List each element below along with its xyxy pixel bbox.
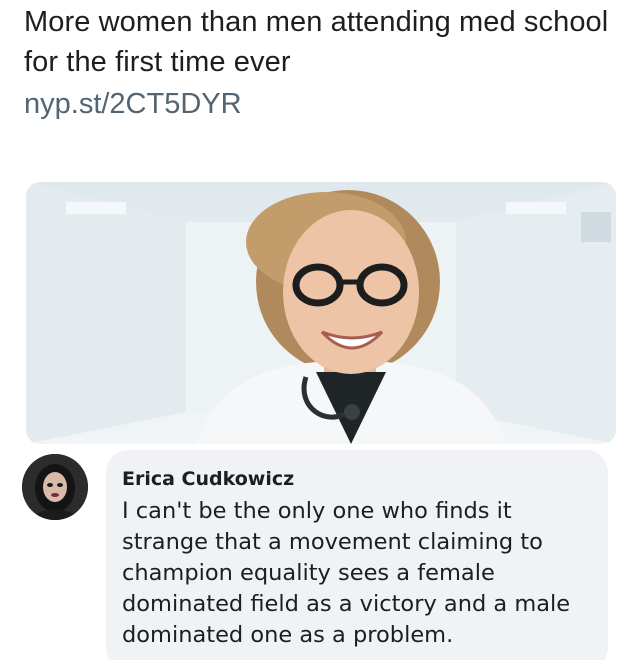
comment-text: I can't be the only one who finds it str… (122, 498, 571, 648)
post-link[interactable]: nyp.st/2CT5DYR (24, 85, 624, 123)
avatar-image (22, 454, 88, 520)
avatar[interactable] (22, 454, 88, 520)
doctor-photo[interactable] (26, 182, 616, 444)
doctor-photo-illustration (26, 182, 616, 444)
comment: Erica Cudkowicz I can't be the only one … (0, 450, 640, 660)
post-text: More women than men attending med school… (24, 2, 624, 123)
comment-author[interactable]: Erica Cudkowicz (122, 466, 590, 492)
comment-bubble: Erica Cudkowicz I can't be the only one … (106, 450, 608, 660)
post-headline: More women than men attending med school… (24, 6, 609, 78)
